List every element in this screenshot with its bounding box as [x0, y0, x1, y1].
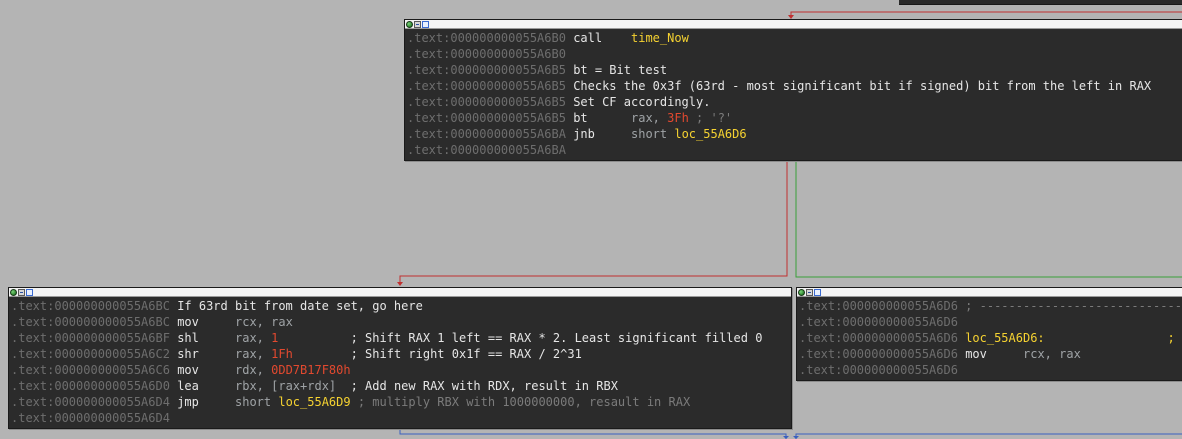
disasm-line[interactable]: .text:000000000055A6BC mov rcx, rax	[11, 314, 791, 330]
disasm-line[interactable]: .text:000000000055A6B5 bt rax, 3Fh ; '?'	[407, 110, 1182, 126]
disasm-line[interactable]: .text:000000000055A6BA	[407, 142, 1182, 158]
edge-true-green	[795, 160, 1182, 278]
node-color-icon[interactable]	[798, 288, 805, 296]
zoom-node-icon[interactable]	[26, 288, 33, 296]
offscreen-node-edge	[899, 0, 1182, 5]
disasm-line[interactable]: .text:000000000055A6D6	[799, 314, 1182, 330]
edge-jump-blue	[399, 428, 787, 439]
disasm-line[interactable]: .text:000000000055A6B0 call time_Now	[407, 30, 1182, 46]
disasm-line[interactable]: .text:000000000055A6B0	[407, 46, 1182, 62]
graph-node-top[interactable]: .text:000000000055A6B0 call time_Now .te…	[404, 19, 1182, 161]
node-color-icon[interactable]	[10, 288, 17, 296]
node-disasm: .text:000000000055A6BC If 63rd bit from …	[9, 297, 791, 426]
disasm-line[interactable]: .text:000000000055A6C6 mov rdx, 0DD7B17F…	[11, 362, 791, 378]
disasm-line[interactable]: .text:000000000055A6BF shl rax, 1 ; Shif…	[11, 330, 791, 346]
disasm-line[interactable]: .text:000000000055A6B5 Set CF accordingl…	[407, 94, 1182, 110]
symbol-link[interactable]: time_Now	[631, 31, 689, 45]
zoom-node-icon[interactable]	[814, 288, 821, 296]
disasm-line[interactable]: .text:000000000055A6D4	[11, 410, 791, 426]
zoom-node-icon[interactable]	[422, 20, 429, 28]
disasm-line[interactable]: .text:000000000055A6B5 bt = Bit test	[407, 62, 1182, 78]
group-nodes-icon[interactable]	[18, 288, 25, 296]
edge-incoming-red	[790, 11, 1182, 18]
symbol-link[interactable]: loc_55A6D9	[278, 395, 350, 409]
disasm-line[interactable]: .text:000000000055A6D6 mov rcx, rax	[799, 346, 1182, 362]
disasm-line[interactable]: .text:000000000055A6BC If 63rd bit from …	[11, 298, 791, 314]
node-disasm: .text:000000000055A6D6 ; ---------------…	[797, 297, 1182, 378]
symbol-link[interactable]: loc_55A6D6	[674, 127, 746, 141]
disasm-line[interactable]: .text:000000000055A6D4 jmp short loc_55A…	[11, 394, 791, 410]
disasm-line[interactable]: .text:000000000055A6D6 ; ---------------…	[799, 298, 1182, 314]
node-header	[797, 288, 1182, 297]
disasm-line[interactable]: .text:000000000055A6BA jnb short loc_55A…	[407, 126, 1182, 142]
disasm-line[interactable]: .text:000000000055A6D6	[799, 362, 1182, 378]
disasm-line[interactable]: .text:000000000055A6B5 Checks the 0x3f (…	[407, 78, 1182, 94]
edge-jump-blue	[795, 433, 1182, 439]
node-header	[9, 288, 791, 297]
disasm-line[interactable]: .text:000000000055A6D0 lea rbx, [rax+rdx…	[11, 378, 791, 394]
disasm-line[interactable]: .text:000000000055A6D6 loc_55A6D6: ; COD…	[799, 330, 1182, 346]
graph-node-left[interactable]: .text:000000000055A6BC If 63rd bit from …	[8, 287, 792, 429]
group-nodes-icon[interactable]	[414, 20, 421, 28]
node-color-icon[interactable]	[406, 20, 413, 28]
disasm-line[interactable]: .text:000000000055A6C2 shr rax, 1Fh ; Sh…	[11, 346, 791, 362]
graph-node-right[interactable]: .text:000000000055A6D6 ; ---------------…	[796, 287, 1182, 381]
edge-arrow	[397, 282, 403, 286]
code-label[interactable]: loc_55A6D6:	[965, 331, 1044, 345]
group-nodes-icon[interactable]	[806, 288, 813, 296]
node-disasm: .text:000000000055A6B0 call time_Now .te…	[405, 29, 1182, 158]
node-header	[405, 20, 1182, 29]
edge-false-red	[399, 160, 788, 285]
